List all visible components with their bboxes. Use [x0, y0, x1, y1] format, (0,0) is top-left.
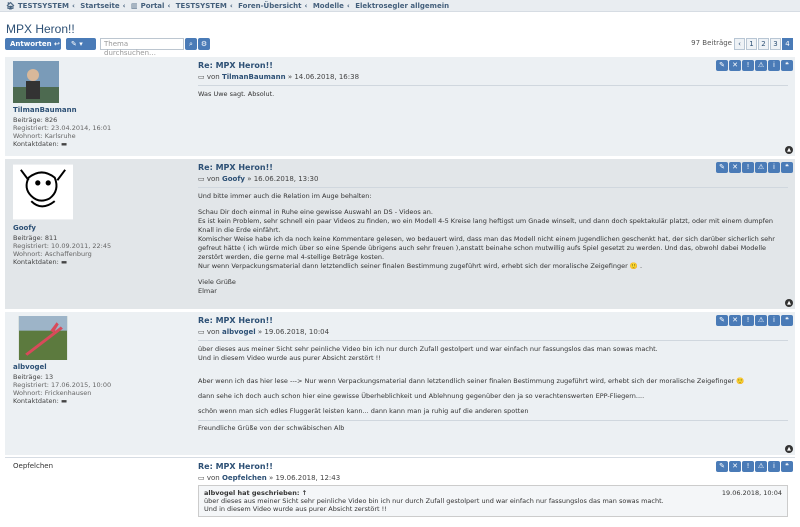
page-2[interactable]: 2 — [758, 38, 769, 50]
post-text: Was Uwe sagt. Absolut. — [198, 85, 788, 99]
report-icon[interactable]: ! — [742, 461, 754, 472]
edit-icon[interactable]: ✎ — [716, 315, 728, 326]
page-1[interactable]: 1 — [746, 38, 757, 50]
username[interactable]: albvogel — [13, 363, 188, 371]
delete-icon[interactable]: ✕ — [729, 162, 741, 173]
edit-icon[interactable]: ✎ — [716, 60, 728, 71]
report-icon[interactable]: ! — [742, 315, 754, 326]
breadcrumb-item[interactable]: Startseite — [80, 2, 119, 10]
report-icon[interactable]: ! — [742, 60, 754, 71]
post-author: ▭ von albvogel » 19.06.2018, 10:04 — [198, 328, 330, 336]
post-title[interactable]: Re: MPX Heron!! — [198, 462, 788, 471]
post-author: ▭ von Oepfelchen » 19.06.2018, 12:43 — [198, 474, 341, 482]
avatar[interactable] — [13, 163, 73, 221]
post: Oepfelchen Re: MPX Heron!! ▭ von Oepfelc… — [5, 457, 795, 527]
username[interactable]: TilmanBaumann — [13, 106, 188, 114]
page-4[interactable]: 4 — [782, 38, 793, 50]
post-author: ▭ von Goofy » 16.06.2018, 13:30 — [198, 175, 319, 183]
breadcrumb-item[interactable]: TESTSYSTEM — [176, 2, 227, 10]
username[interactable]: Oepfelchen — [13, 462, 188, 470]
page-3[interactable]: 3 — [770, 38, 781, 50]
breadcrumb-item[interactable]: Foren-Übersicht — [238, 2, 301, 10]
reply-button[interactable]: Antworten ↩ — [5, 38, 61, 50]
post: albvogel Beiträge: 13 Registriert: 17.06.… — [5, 311, 795, 455]
breadcrumb-item[interactable]: Elektrosegler allgemein — [355, 2, 449, 10]
avatar[interactable] — [13, 316, 73, 360]
search-input[interactable]: Thema durchsuchen… — [100, 38, 184, 57]
post-title[interactable]: Re: MPX Heron!! — [198, 61, 788, 70]
wrench-icon: ✎ — [71, 40, 77, 48]
page-title[interactable]: MPX Heron!! — [6, 22, 75, 36]
edit-icon[interactable]: ✎ — [716, 162, 728, 173]
search-icon[interactable]: ⌕ — [185, 38, 197, 50]
info-icon[interactable]: i — [768, 162, 780, 173]
warning-icon[interactable]: ⚠ — [755, 162, 767, 173]
delete-icon[interactable]: ✕ — [729, 60, 741, 71]
prev-page-button[interactable]: ‹ — [734, 38, 745, 50]
post-text: über dieses aus meiner Sicht sehr peinli… — [198, 340, 788, 433]
avatar[interactable] — [13, 61, 59, 103]
post-actions: ✎ ✕! ⚠ i ❝ — [715, 461, 793, 472]
post-icon: ▭ — [198, 474, 205, 482]
info-icon[interactable]: i — [768, 60, 780, 71]
breadcrumb-item[interactable]: Portal — [141, 2, 165, 10]
post-icon: ▭ — [198, 175, 205, 183]
post-actions: ✎ ✕! ⚠ i ❝ — [715, 162, 793, 173]
post-text: Und bitte immer auch die Relation im Aug… — [198, 187, 788, 296]
breadcrumb-item[interactable]: Modelle — [313, 2, 344, 10]
info-icon[interactable]: i — [768, 315, 780, 326]
quote-block: albvogel hat geschrieben: ↑ 19.06.2018, 1… — [198, 485, 788, 517]
user-meta: Beiträge: 826 Registriert: 23.04.2014, 16… — [13, 116, 112, 148]
report-icon[interactable]: ! — [742, 162, 754, 173]
portal-icon: ▥ — [130, 2, 138, 10]
top-icon[interactable]: ▲ — [785, 146, 793, 154]
post-actions: ✎ ✕! ⚠ i ❝ — [715, 315, 793, 326]
chat-icon[interactable]: ▬ — [61, 258, 67, 266]
post-title[interactable]: Re: MPX Heron!! — [198, 163, 788, 172]
post-title[interactable]: Re: MPX Heron!! — [198, 316, 788, 325]
reply-icon: ↩ — [54, 40, 60, 48]
quote-icon[interactable]: ❝ — [781, 461, 793, 472]
edit-icon[interactable]: ✎ — [716, 461, 728, 472]
delete-icon[interactable]: ✕ — [729, 461, 741, 472]
post-icon: ▭ — [198, 73, 205, 81]
toolbar: Antworten ↩ ✎ ▾ Thema durchsuchen… ⌕ ⚙ 9… — [5, 38, 795, 57]
chat-icon[interactable]: ▬ — [61, 140, 67, 148]
top-icon[interactable]: ▲ — [785, 445, 793, 453]
quote-icon[interactable]: ❝ — [781, 162, 793, 173]
username[interactable]: Goofy — [13, 224, 188, 232]
top-icon[interactable]: ▲ — [785, 299, 793, 307]
post: TilmanBaumann Beiträge: 826 Registriert: … — [5, 56, 795, 156]
quote-icon[interactable]: ❝ — [781, 60, 793, 71]
warning-icon[interactable]: ⚠ — [755, 60, 767, 71]
post-icon: ▭ — [198, 328, 205, 336]
warning-icon[interactable]: ⚠ — [755, 315, 767, 326]
tools-button[interactable]: ✎ ▾ — [66, 38, 96, 50]
post-count: 97 Beiträge — [691, 39, 732, 47]
chat-icon[interactable]: ▬ — [61, 397, 67, 405]
breadcrumb-item[interactable]: TESTSYSTEM — [18, 2, 69, 10]
user-meta: Beiträge: 811 Registriert: 10.09.2011, 22… — [13, 234, 112, 266]
post-author: ▭ von TilmanBaumann » 14.06.2018, 16:38 — [198, 73, 360, 81]
gear-icon[interactable]: ⚙ — [198, 38, 210, 50]
user-meta: Beiträge: 13 Registriert: 17.06.2015, 10:… — [13, 373, 112, 405]
signature: Freundliche Grüße von der schwäbischen A… — [198, 420, 788, 433]
post-actions: ✎ ✕! ⚠ i ❝ — [715, 60, 793, 71]
breadcrumb: 🏠︎ TESTSYSTEM ‹ Startseite ‹ ▥ Portal ‹ TESTS… — [0, 0, 800, 12]
home-icon: 🏠︎ — [6, 2, 15, 10]
delete-icon[interactable]: ✕ — [729, 315, 741, 326]
post: Goofy Beiträge: 811 Registriert: 10.09.20… — [5, 158, 795, 309]
warning-icon[interactable]: ⚠ — [755, 461, 767, 472]
info-icon[interactable]: i — [768, 461, 780, 472]
quote-icon[interactable]: ❝ — [781, 315, 793, 326]
